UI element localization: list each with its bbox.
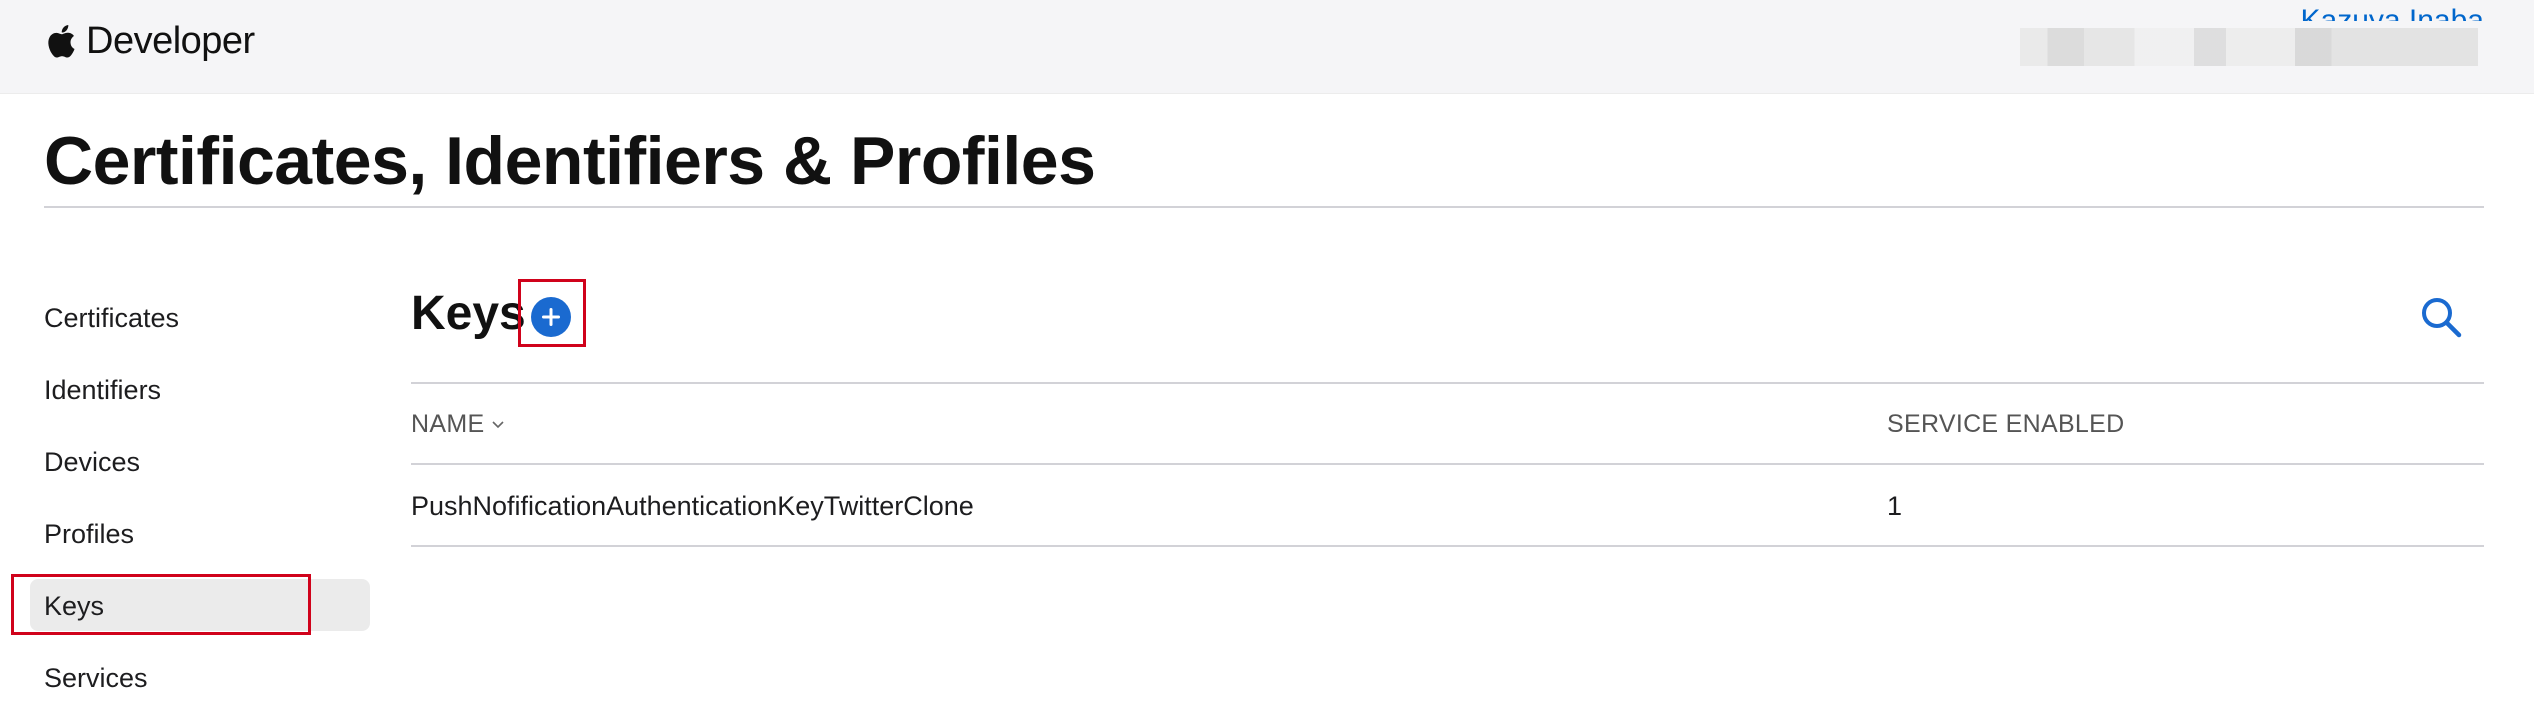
keys-sidebar-highlight-box [11,574,311,635]
service-enabled-cell: 1 [1887,491,1903,521]
chevron-down-icon [492,420,505,428]
sidebar-item-profiles[interactable]: Profiles [44,519,134,550]
column-header-service-enabled[interactable]: SERVICE ENABLED [1887,410,2124,439]
brand-wordmark: Developer [86,19,255,62]
section-title: Keys [411,287,526,340]
developer-home-link[interactable]: Developer [44,16,255,66]
column-header-name-label: NAME [411,410,485,438]
search-icon [2422,298,2462,338]
column-header-service-enabled-label: SERVICE ENABLED [1887,410,2125,438]
header-rule [411,463,2484,465]
global-header: Developer Kazuya Inaba [0,0,2534,94]
sidebar-item-services[interactable]: Services [44,663,148,694]
apple-logo-icon [48,25,75,58]
sidebar-item-devices[interactable]: Devices [44,447,140,478]
key-name-cell[interactable]: PushNofificationAuthenticationKeyTwitter… [411,491,974,522]
page-title: Certificates, Identifiers & Profiles [44,123,1096,199]
title-divider [44,206,2484,208]
account-menu[interactable]: Kazuya Inaba [1994,0,2534,93]
sidebar-item-identifiers[interactable]: Identifiers [44,375,161,406]
table-top-rule [411,382,2484,384]
sidebar-item-certificates[interactable]: Certificates [44,303,179,334]
row-rule [411,545,2484,547]
column-header-name[interactable]: NAME [411,410,506,439]
search-button[interactable] [2418,294,2464,340]
redacted-account-info [2020,28,2478,66]
add-button-highlight-box [518,279,586,347]
